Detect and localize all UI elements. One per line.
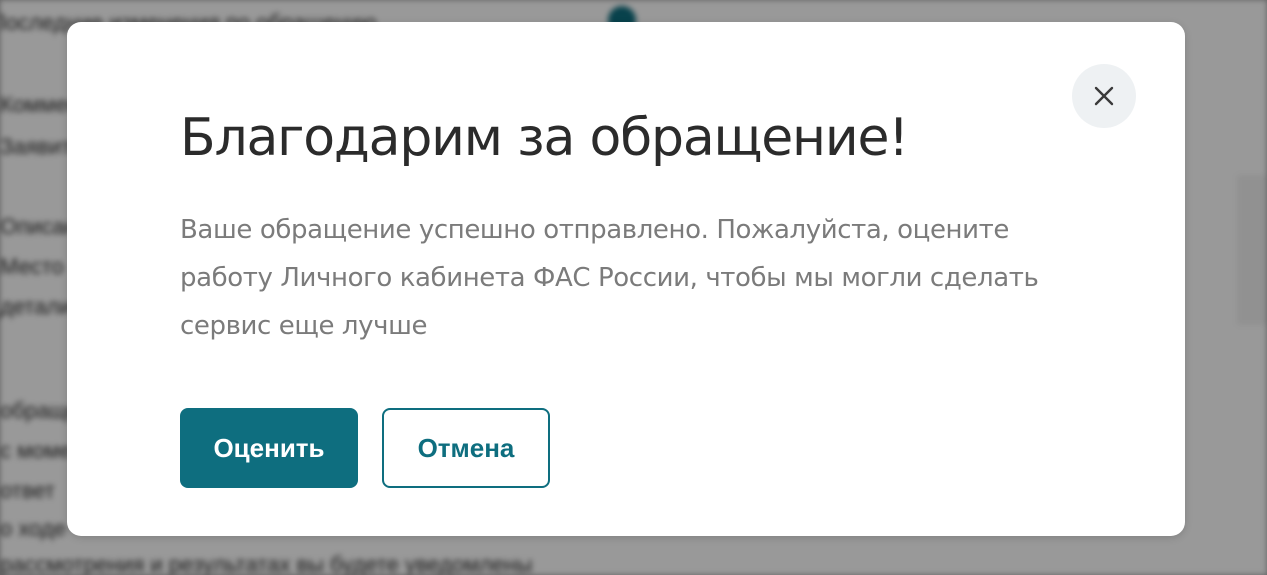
close-button[interactable] (1072, 64, 1136, 128)
cancel-button[interactable]: Отмена (382, 408, 550, 488)
thank-you-dialog: Благодарим за обращение! Ваше обращение … (67, 22, 1185, 536)
dialog-title: Благодарим за обращение! (180, 108, 909, 168)
rate-button[interactable]: Оценить (180, 408, 358, 488)
dialog-message: Ваше обращение успешно отправлено. Пожал… (180, 215, 1039, 341)
close-icon (1094, 86, 1114, 106)
